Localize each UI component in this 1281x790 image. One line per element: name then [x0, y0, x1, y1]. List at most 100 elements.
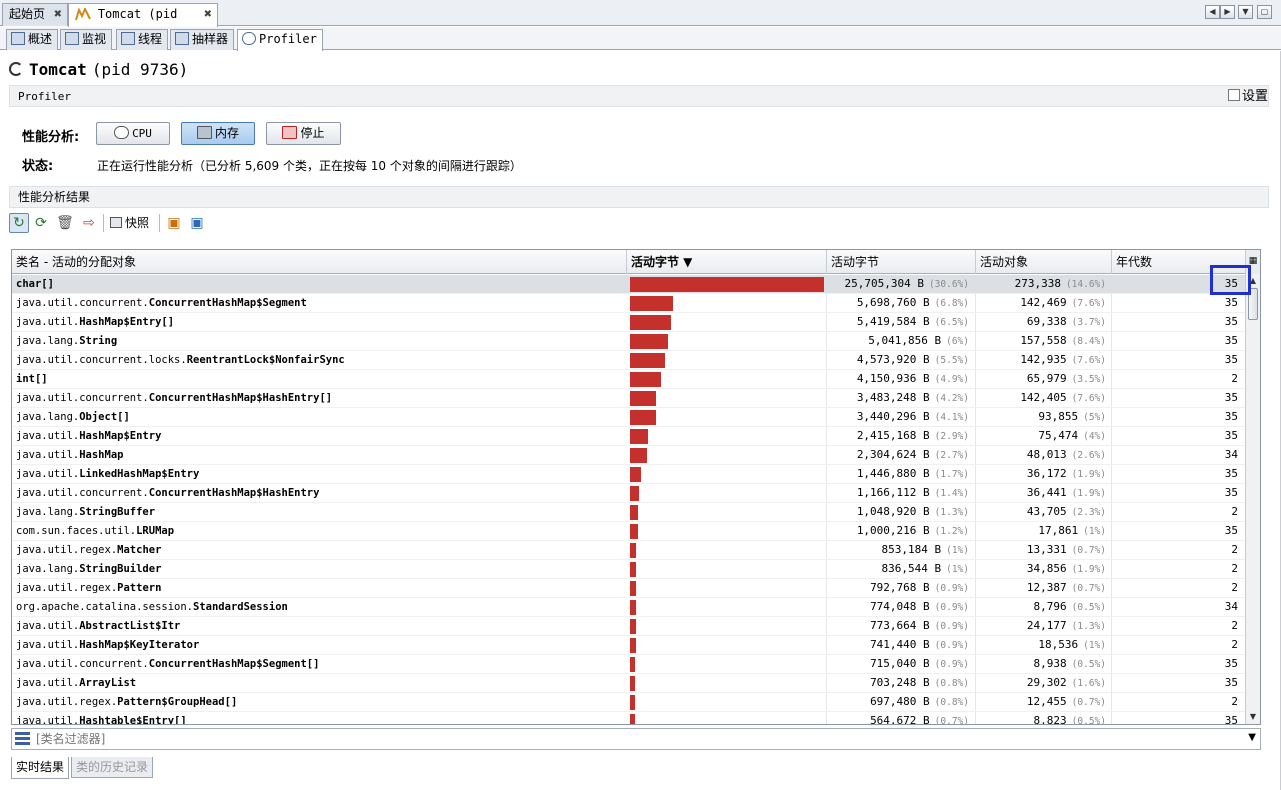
table-row[interactable]: java.util.Hashtable$Entry[] 564,672 B (0.7…: [12, 712, 1246, 725]
tab-label: 起始页: [9, 7, 46, 21]
column-header-live-objects[interactable]: 活动对象: [976, 250, 1112, 274]
table-row[interactable]: java.util.ArrayList 703,248 B (0.8%) 29,302…: [12, 674, 1246, 693]
tab-overview[interactable]: 概述: [6, 29, 59, 50]
table-row[interactable]: java.util.concurrent.locks.ReentrantLock…: [12, 351, 1246, 370]
column-header-live-bytes[interactable]: 活动字节: [827, 250, 976, 274]
generations-cell-value: 35: [1224, 391, 1238, 404]
close-icon[interactable]: ✖: [54, 4, 62, 25]
live-bytes-cell: 1,048,920 B (1.3%): [828, 503, 973, 521]
section-title: Profiler: [18, 90, 71, 103]
save-image-icon[interactable]: ▣: [187, 213, 207, 233]
table-row[interactable]: java.util.HashMap 2,304,624 B (2.7%) 48,013…: [12, 446, 1246, 465]
bytes-bar-cell: [630, 579, 826, 597]
chevron-down-icon[interactable]: ▼: [1248, 732, 1256, 743]
scroll-tabs-left-icon[interactable]: ◀: [1205, 5, 1220, 19]
table-row[interactable]: int[] 4,150,936 B (4.9%) 65,979 (3.5%) 2: [12, 370, 1246, 389]
sampler-icon: [175, 32, 189, 45]
column-header-live-bytes-bar[interactable]: 活动字节 ▼: [627, 250, 827, 274]
tab-profiler[interactable]: Profiler: [237, 29, 323, 51]
tab-start-page[interactable]: 起始页 ✖: [2, 3, 68, 26]
live-bytes-cell-percent: (1.3%): [934, 507, 969, 518]
class-name: Pattern: [117, 582, 162, 594]
close-icon[interactable]: ✖: [204, 4, 212, 25]
memory-button[interactable]: 内存: [181, 122, 255, 145]
bytes-bar-cell: [630, 484, 826, 502]
table-row[interactable]: org.apache.catalina.session.StandardSess…: [12, 598, 1246, 617]
table-header: 类名 - 活动的分配对象 活动字节 ▼ 活动字节 活动对象 年代数: [12, 250, 1246, 274]
generations-cell: 34: [1112, 598, 1242, 616]
bytes-bar-cell: [630, 674, 826, 692]
tab-list-dropdown-icon[interactable]: ▼: [1238, 5, 1253, 19]
generations-cell-value: 2: [1231, 372, 1238, 385]
scroll-down-icon[interactable]: ▼: [1246, 710, 1260, 724]
table-row[interactable]: java.util.HashMap$Entry[] 5,419,584 B (6.5…: [12, 313, 1246, 332]
table-row[interactable]: java.lang.Object[] 3,440,296 B (4.1%) 93,85…: [12, 408, 1246, 427]
bytes-bar-cell: [630, 522, 826, 540]
bytes-bar-cell: [630, 446, 826, 464]
class-name-cell: com.sun.faces.util.LRUMap: [16, 522, 626, 540]
class-name-cell: char[]: [16, 275, 626, 293]
class-name: ConcurrentHashMap$Segment[]: [148, 658, 320, 670]
auto-refresh-icon[interactable]: ↻: [9, 213, 29, 233]
live-bytes-cell: 697,480 B (0.8%): [828, 693, 973, 711]
live-objects-cell-value: 8,796: [1033, 600, 1067, 613]
generations-cell-value: 35: [1224, 315, 1238, 328]
refresh-icon[interactable]: ⟳: [31, 213, 51, 233]
vertical-scrollbar[interactable]: ▲ ▼: [1245, 274, 1260, 724]
table-row[interactable]: char[] 25,705,304 B (30.6%) 273,338 (14.6%) 3…: [12, 275, 1246, 294]
generations-cell: 35: [1112, 389, 1242, 407]
live-objects-cell-value: 65,979: [1026, 372, 1067, 385]
tab-sampler[interactable]: 抽样器: [170, 29, 235, 50]
table-row[interactable]: java.lang.StringBuilder 836,544 B (1%) 34,8…: [12, 560, 1246, 579]
generations-cell-value: 35: [1224, 676, 1238, 689]
table-row[interactable]: java.util.regex.Pattern 792,768 B (0.9%) 12…: [12, 579, 1246, 598]
tab-monitor[interactable]: 监视: [60, 29, 113, 50]
tab-live-results[interactable]: 实时结果: [11, 757, 70, 779]
live-bytes-cell-percent: (30.6%): [928, 279, 969, 290]
maximize-icon[interactable]: ▢: [1257, 5, 1272, 19]
class-name-cell: org.apache.catalina.session.StandardSess…: [16, 598, 626, 616]
threads-icon: [121, 32, 135, 45]
column-header-class-name[interactable]: 类名 - 活动的分配对象: [12, 250, 627, 274]
table-row[interactable]: com.sun.faces.util.LRUMap 1,000,216 B (1.2…: [12, 522, 1246, 541]
table-row[interactable]: java.util.AbstractList$Itr 773,664 B (0.9%…: [12, 617, 1246, 636]
table-row[interactable]: java.util.LinkedHashMap$Entry 1,446,880 B…: [12, 465, 1246, 484]
export-icon[interactable]: ⇨: [79, 213, 99, 233]
live-bytes-cell: 774,048 B (0.9%): [828, 598, 973, 616]
live-objects-cell-percent: (7.6%): [1071, 355, 1106, 366]
trash-icon[interactable]: 🗑: [55, 213, 75, 233]
generations-cell-value: 35: [1224, 714, 1238, 725]
generations-cell-value: 35: [1224, 429, 1238, 442]
button-label: 快照: [125, 216, 150, 230]
tab-class-history[interactable]: 类的历史记录: [71, 757, 154, 778]
checkbox-box[interactable]: [1227, 89, 1240, 101]
toolbar-separator: [103, 214, 104, 232]
bytes-bar: [630, 353, 665, 368]
cpu-button[interactable]: CPU: [96, 122, 170, 145]
class-filter-input[interactable]: [36, 730, 1236, 748]
stop-button[interactable]: 停止: [266, 122, 341, 145]
table-row[interactable]: java.util.HashMap$Entry 2,415,168 B (2.9%)…: [12, 427, 1246, 446]
tab-threads[interactable]: 线程: [116, 29, 169, 50]
generations-cell: 2: [1112, 693, 1242, 711]
live-bytes-cell: 25,705,304 B (30.6%): [828, 275, 973, 293]
generations-cell: 2: [1112, 503, 1242, 521]
snapshot-button[interactable]: 快照: [108, 213, 156, 233]
table-row[interactable]: java.util.HashMap$KeyIterator 741,440 B (0…: [12, 636, 1246, 655]
bytes-bar-cell: [630, 712, 826, 724]
table-row[interactable]: java.util.concurrent.ConcurrentHashMap$H…: [12, 484, 1246, 503]
table-row[interactable]: java.lang.String 5,041,856 B (6%) 157,558 (8…: [12, 332, 1246, 351]
generations-cell-value: 2: [1231, 695, 1238, 708]
settings-checkbox[interactable]: 设置: [1227, 89, 1268, 104]
table-row[interactable]: java.lang.StringBuffer 1,048,920 B (1.3%) 4…: [12, 503, 1246, 522]
package-name: java.util.: [16, 449, 80, 461]
table-row[interactable]: java.util.regex.Matcher 853,184 B (1%) 13,3…: [12, 541, 1246, 560]
table-row[interactable]: java.util.concurrent.ConcurrentHashMap$S…: [12, 294, 1246, 313]
save-view-icon[interactable]: ▣: [164, 213, 184, 233]
table-row[interactable]: java.util.concurrent.ConcurrentHashMap$S…: [12, 655, 1246, 674]
scroll-tabs-right-icon[interactable]: ▶: [1220, 5, 1235, 19]
filter-icon[interactable]: [15, 732, 30, 746]
table-row[interactable]: java.util.concurrent.ConcurrentHashMap$H…: [12, 389, 1246, 408]
tab-tomcat[interactable]: Tomcat (pid 9736) ✖: [68, 3, 218, 42]
table-row[interactable]: java.util.regex.Pattern$GroupHead[] 697,4…: [12, 693, 1246, 712]
